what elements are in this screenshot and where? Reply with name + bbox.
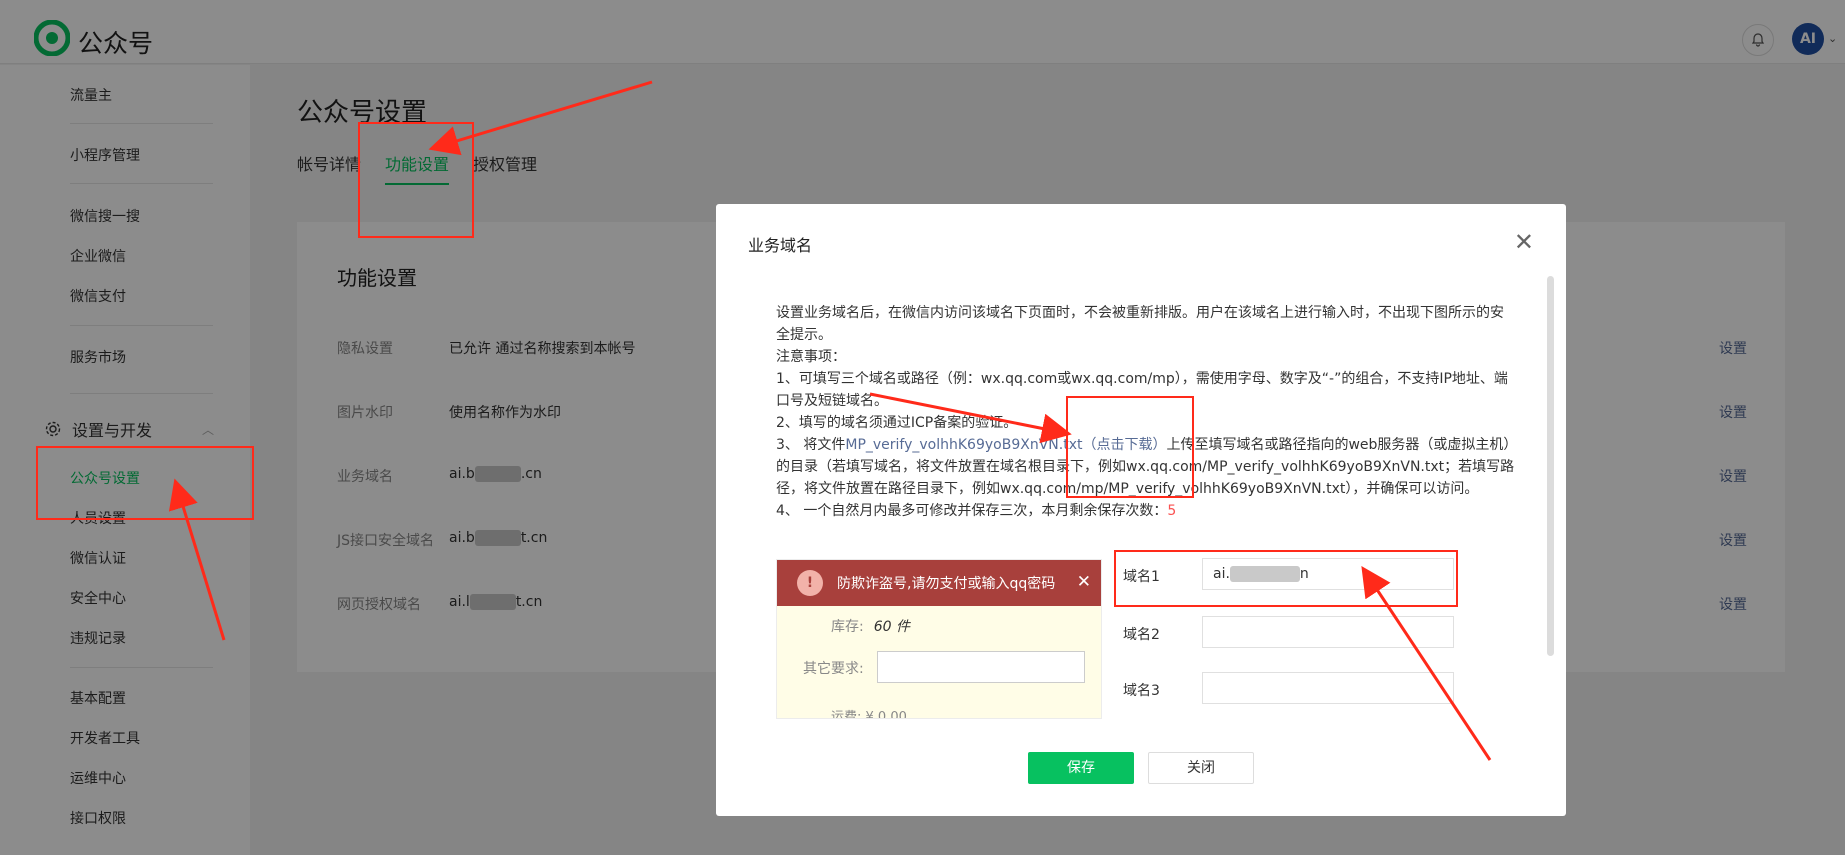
close-icon: ✕ (1076, 572, 1091, 592)
verify-file-link[interactable]: MP_verify_volhhK69yoB9XnVN.txt (845, 437, 1082, 453)
stock-line: 库存: 60 件 (831, 619, 910, 635)
domain-3-input[interactable] (1202, 672, 1454, 704)
intro-text: 设置业务域名后，在微信内访问该域名下页面时，不会被重新排版。用户在该域名上进行输… (776, 305, 1504, 343)
other-requirement-label: 其它要求: (803, 661, 864, 677)
save-button[interactable]: 保存 (1028, 752, 1134, 784)
domain-3-label: 域名3 (1123, 683, 1160, 699)
annotation-box-tab (358, 122, 474, 238)
warning-banner: ! 防欺诈盗号,请勿支付或输入qq密码 ✕ (777, 560, 1101, 606)
shipping-line: 运费: ¥ 0.00 (831, 710, 907, 719)
dialog-title: 业务域名 (748, 236, 813, 255)
other-requirement-input (877, 651, 1085, 683)
close-icon[interactable]: ✕ (1514, 228, 1534, 256)
annotation-box-sidebar (36, 446, 254, 520)
notes-title: 注意事项： (776, 349, 846, 365)
remaining-count: 5 (1167, 503, 1177, 519)
exclamation-icon: ! (797, 570, 823, 596)
note-4: 4、 一个自然月内最多可修改并保存三次，本月剩余保存次数：5 (776, 503, 1177, 519)
annotation-box-domain1 (1114, 550, 1458, 607)
dialog-scrollbar[interactable] (1547, 276, 1554, 656)
annotation-box-download (1066, 396, 1194, 498)
domain-2-input[interactable] (1202, 616, 1454, 648)
warning-text: 防欺诈盗号,请勿支付或输入qq密码 (837, 576, 1056, 592)
domain-2-label: 域名2 (1123, 627, 1160, 643)
close-button[interactable]: 关闭 (1148, 752, 1254, 784)
business-domain-dialog: 业务域名 ✕ 设置业务域名后，在微信内访问该域名下页面时，不会被重新排版。用户在… (716, 204, 1566, 816)
security-warning-illustration: ! 防欺诈盗号,请勿支付或输入qq密码 ✕ 库存: 60 件 其它要求: 运费: … (776, 559, 1102, 719)
